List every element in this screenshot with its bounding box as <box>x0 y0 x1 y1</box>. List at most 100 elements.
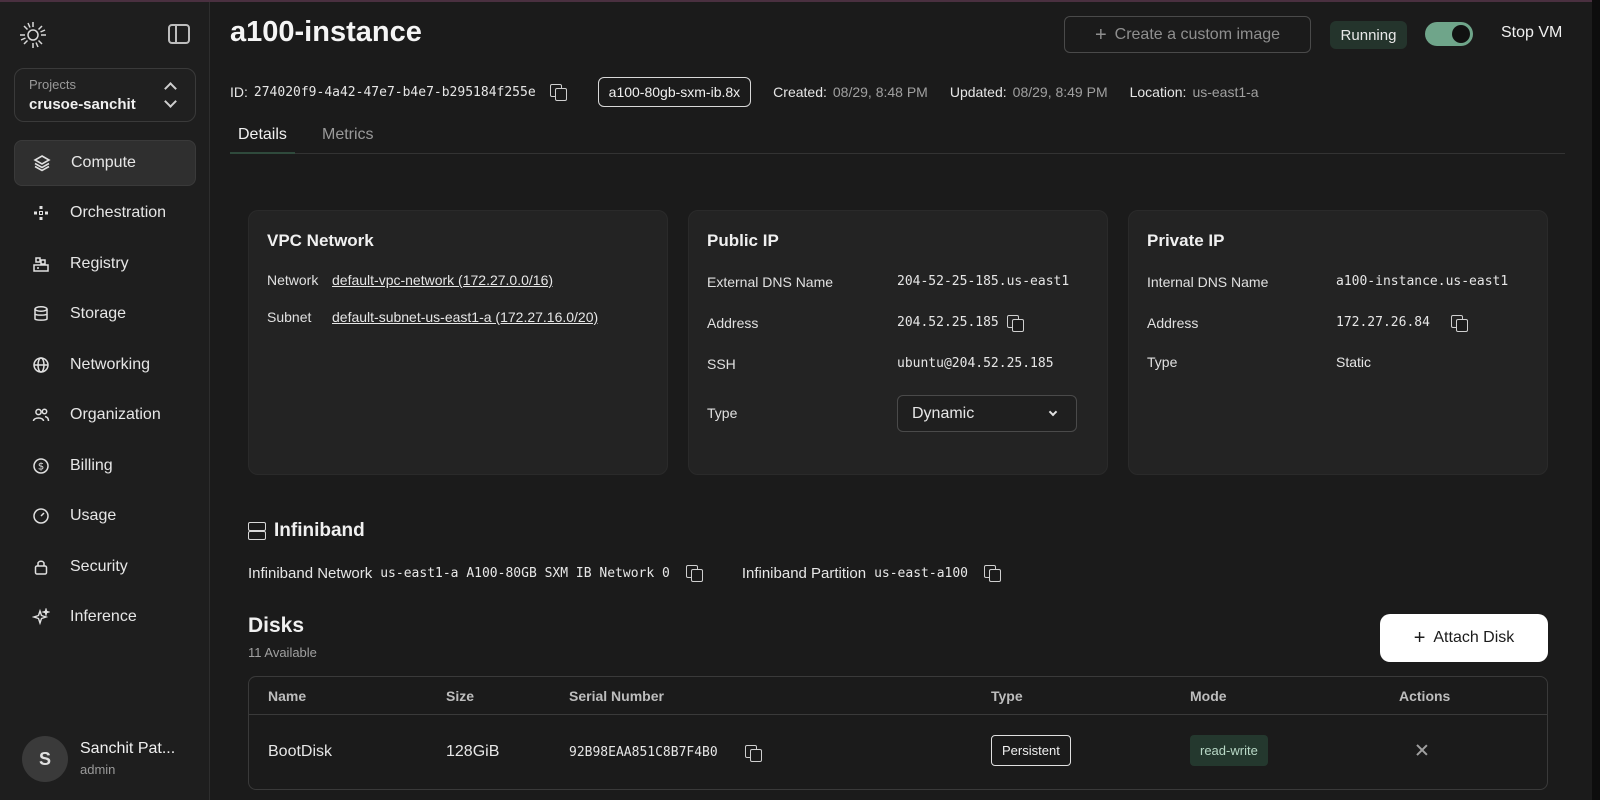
card-title: VPC Network <box>267 231 374 250</box>
subnet-value-wrap: default-subnet-us-east1-a (172.27.16.0/2… <box>332 309 598 325</box>
subnet-link[interactable]: default-subnet-us-east1-a (172.27.16.0/2… <box>332 309 598 325</box>
dollar-icon: $ <box>30 455 52 477</box>
vpc-network-link[interactable]: default-vpc-network (172.27.0.0/16) <box>332 272 553 288</box>
created-value: 08/29, 8:48 PM <box>832 84 928 100</box>
page-title: a100-instance <box>230 16 422 48</box>
instance-meta-row: ID: 274020f9-4a42-47e7-b4e7-b295184f255e… <box>230 77 1259 107</box>
tab-details[interactable]: Details <box>230 124 295 154</box>
column-header-mode: Mode <box>1190 688 1227 704</box>
user-name: Sanchit Pat... <box>80 740 176 757</box>
table-row[interactable]: BootDisk 128GiB 92B98EAA851C8B7F4B0 Pers… <box>249 715 1547 789</box>
create-custom-image-button[interactable]: + Create a custom image <box>1064 16 1311 53</box>
sidebar-item-registry[interactable]: Registry <box>14 241 196 287</box>
address-label: Address <box>707 315 759 331</box>
internal-dns-value: a100-instance.us-east1 <box>1336 274 1509 289</box>
copy-serial-icon[interactable] <box>745 745 762 762</box>
tab-metrics[interactable]: Metrics <box>314 124 382 154</box>
detach-disk-icon[interactable] <box>1415 743 1429 757</box>
logo-icon[interactable] <box>18 20 48 50</box>
sidebar: Projects crusoe-sanchit Compute Orchestr… <box>0 2 210 800</box>
plus-icon: + <box>1413 627 1426 649</box>
disk-mode-badge: read-write <box>1190 735 1268 766</box>
lock-icon <box>30 556 52 578</box>
created-label: Created: <box>773 84 827 100</box>
column-header-size: Size <box>446 688 475 704</box>
user-role: admin <box>80 762 116 777</box>
infiniband-partition-label: Infiniband Partition <box>741 564 867 582</box>
sidebar-item-inference[interactable]: Inference <box>14 594 196 640</box>
chevron-down-icon <box>1048 407 1058 417</box>
copy-network-icon[interactable] <box>685 565 703 582</box>
toggle-knob <box>1452 25 1470 43</box>
column-header-actions: Actions <box>1399 688 1451 704</box>
card-title: Public IP <box>707 231 779 250</box>
copy-address-icon[interactable] <box>1451 315 1468 332</box>
ssh-value: ubuntu@204.52.25.185 <box>897 356 1054 371</box>
sidebar-item-label: Billing <box>70 457 113 474</box>
column-header-type: Type <box>991 688 1023 704</box>
infiniband-heading: Infiniband <box>248 520 365 542</box>
collapse-sidebar-icon[interactable] <box>168 24 190 44</box>
public-ip-card: Public IP External DNS Name 204-52-25-18… <box>688 210 1108 475</box>
sidebar-item-usage[interactable]: Usage <box>14 493 196 539</box>
layers-icon <box>31 152 53 174</box>
vm-power-toggle[interactable] <box>1425 22 1473 46</box>
window-right-border <box>1592 0 1600 800</box>
disk-serial: 92B98EAA851C8B7F4B0 <box>569 745 718 760</box>
location-value: us-east1-a <box>1192 84 1259 100</box>
sidebar-item-storage[interactable]: Storage <box>14 291 196 337</box>
instance-id: 274020f9-4a42-47e7-b4e7-b295184f255e <box>253 84 536 100</box>
stop-vm-label[interactable]: Stop VM <box>1501 24 1562 42</box>
avatar: S <box>22 736 68 782</box>
sidebar-item-label: Storage <box>70 305 127 322</box>
copy-partition-icon[interactable] <box>984 565 1001 582</box>
disk-size: 128GiB <box>446 743 500 760</box>
sidebar-item-orchestration[interactable]: Orchestration <box>14 190 196 236</box>
sidebar-item-networking[interactable]: Networking <box>14 342 196 388</box>
sidebar-item-label: Organization <box>70 406 161 423</box>
sidebar-item-label: Networking <box>70 356 151 373</box>
sidebar-item-compute[interactable]: Compute <box>14 140 196 186</box>
sidebar-item-billing[interactable]: $ Billing <box>14 443 196 489</box>
sparkle-icon <box>30 606 52 628</box>
sidebar-item-label: Security <box>70 558 128 575</box>
disk-type-badge: Persistent <box>991 735 1071 766</box>
table-header: Name Size Serial Number Type Mode Action… <box>249 677 1547 715</box>
external-dns-label: External DNS Name <box>707 274 834 290</box>
copy-address-icon[interactable] <box>1007 315 1024 332</box>
disks-title: Disks <box>248 614 305 637</box>
sidebar-item-label: Inference <box>70 608 137 625</box>
copy-id-icon[interactable] <box>549 84 567 101</box>
private-ip-card: Private IP Internal DNS Name a100-instan… <box>1128 210 1548 475</box>
globe-icon <box>30 354 52 376</box>
address-label: Address <box>1147 315 1199 331</box>
ssh-label: SSH <box>707 356 736 372</box>
sidebar-item-organization[interactable]: Organization <box>14 392 196 438</box>
infiniband-title: Infiniband <box>274 520 365 541</box>
machine-type-badge: a100-80gb-sxm-ib.8x <box>597 77 752 107</box>
orchestration-icon <box>30 202 52 224</box>
infiniband-network-label: Infiniband Network <box>248 564 373 582</box>
type-label: Type <box>707 405 738 421</box>
disks-available-count: 11 Available <box>248 645 317 660</box>
infiniband-network-value: us-east1-a A100-80GB SXM IB Network 0 <box>380 565 670 581</box>
registry-icon <box>30 253 52 275</box>
subnet-label: Subnet <box>267 309 312 325</box>
project-name: crusoe-sanchit <box>29 96 136 113</box>
chevron-up-down-icon <box>165 81 175 111</box>
ip-type-value: Dynamic <box>912 404 975 422</box>
updated-label: Updated: <box>949 84 1007 100</box>
updated-value: 08/29, 8:49 PM <box>1012 84 1108 100</box>
attach-disk-label: Attach Disk <box>1433 629 1515 646</box>
infiniband-partition-value: us-east-a100 <box>874 565 968 581</box>
gauge-icon <box>30 505 52 527</box>
column-header-serial: Serial Number <box>569 688 664 704</box>
sidebar-item-security[interactable]: Security <box>14 544 196 590</box>
project-selector[interactable]: Projects crusoe-sanchit <box>14 68 196 122</box>
attach-disk-button[interactable]: + Attach Disk <box>1380 614 1548 662</box>
ip-type-select[interactable]: Dynamic <box>897 395 1077 432</box>
tab-bar: Details Metrics <box>230 124 1565 154</box>
sidebar-item-label: Compute <box>71 154 136 171</box>
id-label: ID: <box>230 84 248 100</box>
user-menu[interactable]: S Sanchit Pat... admin <box>22 736 202 782</box>
